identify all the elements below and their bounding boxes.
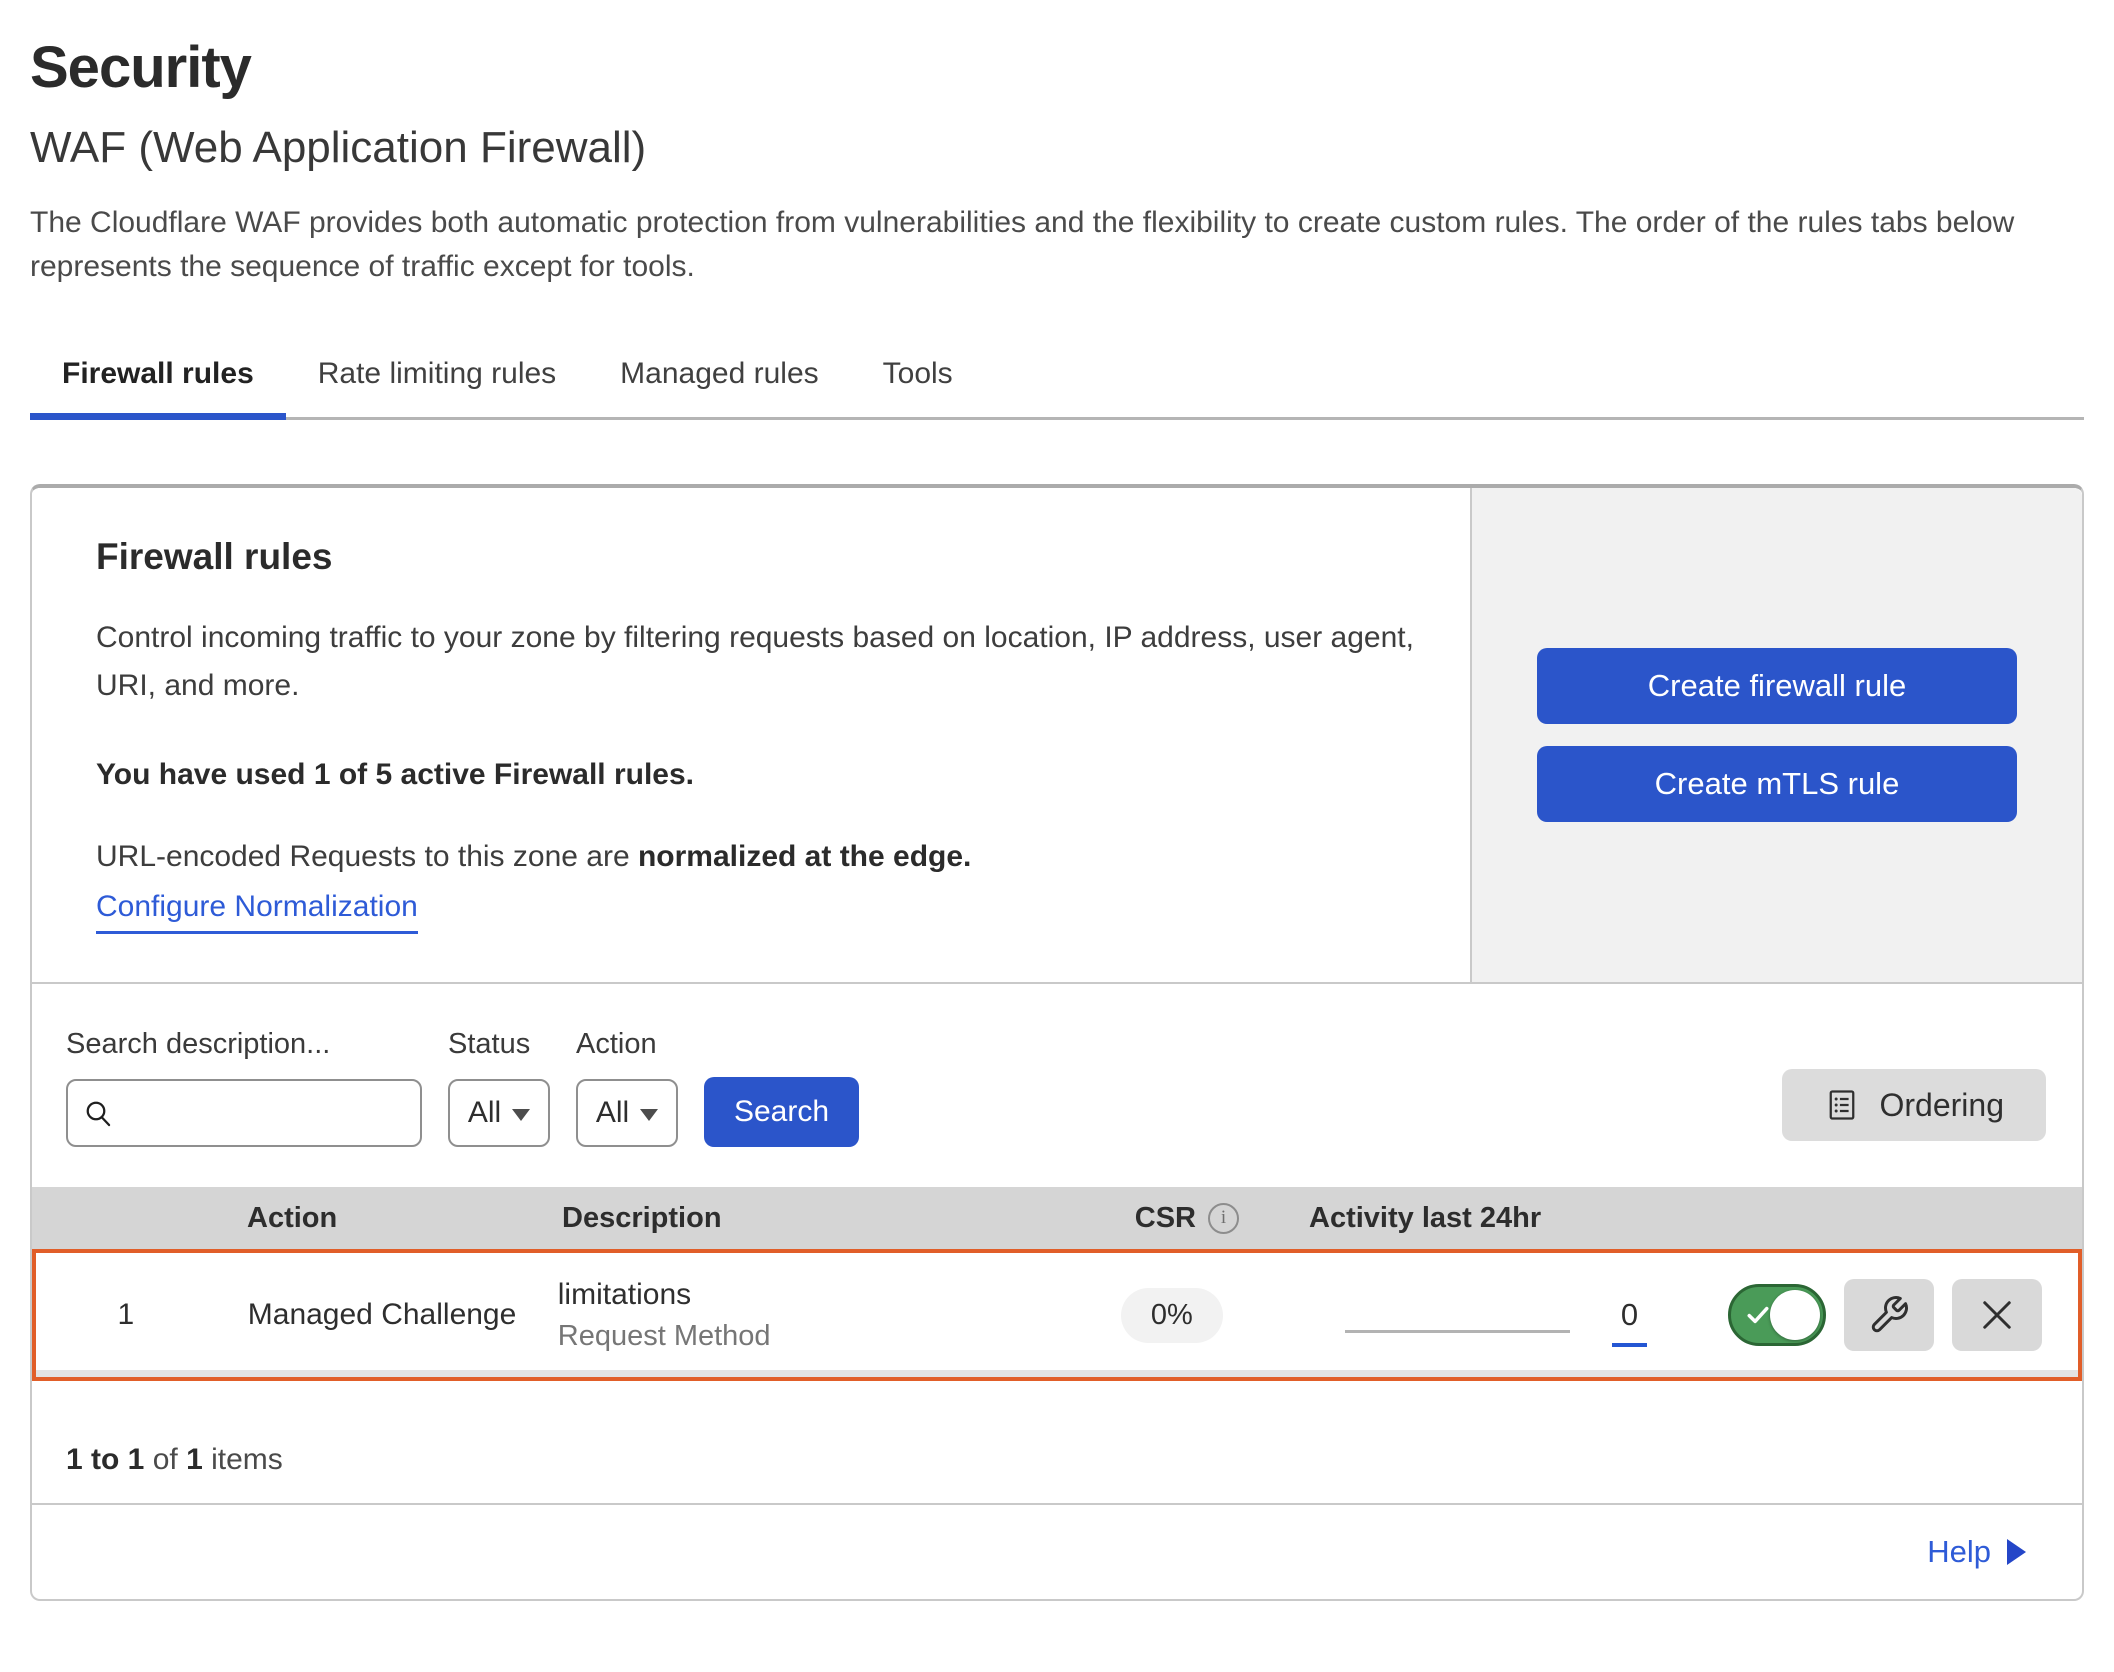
- configure-normalization-link[interactable]: Configure Normalization: [96, 890, 418, 934]
- close-icon: [1976, 1294, 2018, 1336]
- page-title: Security: [30, 34, 2084, 101]
- chevron-down-icon: [640, 1109, 658, 1121]
- rule-csr-cell: 0%: [998, 1288, 1261, 1343]
- help-link-label: Help: [1927, 1534, 1991, 1570]
- column-csr: CSR i: [1010, 1202, 1277, 1235]
- overview-heading: Firewall rules: [96, 536, 1430, 578]
- rule-priority: 1: [36, 1298, 216, 1332]
- help-link[interactable]: Help: [1927, 1534, 2026, 1570]
- pagination-summary: 1 to 1 of 1 items: [32, 1381, 2082, 1503]
- usage-summary: You have used 1 of 5 active Firewall rul…: [96, 758, 1430, 792]
- table-row[interactable]: 1 Managed Challenge limitations Request …: [32, 1249, 2082, 1381]
- table-header: Action Description CSR i Activity last 2…: [32, 1187, 2082, 1249]
- column-description: Description: [530, 1202, 1010, 1235]
- search-button[interactable]: Search: [704, 1077, 859, 1147]
- pagination-items: items: [211, 1443, 283, 1476]
- normalization-note-bold: normalized at the edge.: [638, 840, 971, 873]
- search-field-group: Search description...: [66, 1028, 422, 1147]
- tab-tools[interactable]: Tools: [851, 339, 985, 417]
- filters-bar: Search description... Status All: [32, 984, 2082, 1187]
- search-input[interactable]: [114, 1084, 495, 1142]
- ordering-button[interactable]: Ordering: [1782, 1069, 2047, 1141]
- chevron-down-icon: [512, 1109, 530, 1121]
- arrow-right-icon: [2007, 1539, 2026, 1565]
- overview-actions-panel: Create firewall rule Create mTLS rule: [1470, 488, 2082, 982]
- column-action: Action: [215, 1202, 530, 1235]
- status-dropdown[interactable]: All: [448, 1079, 550, 1147]
- create-mtls-rule-button[interactable]: Create mTLS rule: [1537, 746, 2017, 822]
- status-filter-group: Status All: [448, 1028, 550, 1147]
- search-label: Search description...: [66, 1028, 422, 1061]
- firewall-rules-card: Firewall rules Control incoming traffic …: [30, 484, 2084, 1601]
- edit-rule-button[interactable]: [1844, 1279, 1934, 1351]
- column-csr-label: CSR: [1135, 1202, 1196, 1235]
- toggle-knob: [1770, 1290, 1820, 1340]
- page-description: The Cloudflare WAF provides both automat…: [30, 201, 2080, 289]
- rule-action: Managed Challenge: [216, 1298, 526, 1332]
- search-box[interactable]: [66, 1079, 422, 1147]
- rule-description: limitations: [558, 1278, 998, 1312]
- normalization-note: URL-encoded Requests to this zone are no…: [96, 840, 1430, 874]
- search-icon: [82, 1097, 114, 1129]
- rule-expression: Request Method: [558, 1320, 998, 1353]
- activity-count-link[interactable]: 0: [1612, 1297, 1647, 1347]
- column-activity: Activity last 24hr: [1277, 1202, 1752, 1235]
- create-firewall-rule-button[interactable]: Create firewall rule: [1537, 648, 2017, 724]
- csr-badge: 0%: [1121, 1288, 1223, 1343]
- rule-activity-cell: 0: [1261, 1290, 1728, 1340]
- status-dropdown-value: All: [468, 1096, 501, 1130]
- list-icon: [1824, 1087, 1860, 1123]
- rule-enabled-toggle[interactable]: [1728, 1284, 1826, 1346]
- pagination-range: 1 to 1: [66, 1443, 144, 1476]
- activity-sparkline: [1345, 1330, 1570, 1333]
- check-icon: [1744, 1301, 1772, 1329]
- security-waf-page: Security WAF (Web Application Firewall) …: [0, 34, 2114, 1601]
- tab-rate-limiting-rules[interactable]: Rate limiting rules: [286, 339, 588, 417]
- overview-text-panel: Firewall rules Control incoming traffic …: [32, 488, 1470, 982]
- waf-tabbar: Firewall rules Rate limiting rules Manag…: [30, 339, 2084, 420]
- pagination-of: of: [153, 1443, 178, 1476]
- ordering-button-label: Ordering: [1880, 1087, 2005, 1124]
- normalization-note-prefix: URL-encoded Requests to this zone are: [96, 840, 638, 873]
- tab-firewall-rules[interactable]: Firewall rules: [30, 339, 286, 417]
- action-dropdown-value: All: [596, 1096, 629, 1130]
- rule-description-cell: limitations Request Method: [526, 1278, 998, 1353]
- info-icon[interactable]: i: [1208, 1203, 1239, 1234]
- status-label: Status: [448, 1028, 550, 1061]
- help-row: Help: [32, 1503, 2082, 1599]
- overview-section: Firewall rules Control incoming traffic …: [32, 488, 2082, 984]
- rule-controls: [1728, 1279, 2078, 1351]
- overview-description: Control incoming traffic to your zone by…: [96, 614, 1426, 710]
- wrench-icon: [1868, 1294, 1910, 1336]
- pagination-total: 1: [186, 1443, 203, 1476]
- action-label: Action: [576, 1028, 678, 1061]
- action-dropdown[interactable]: All: [576, 1079, 678, 1147]
- tab-managed-rules[interactable]: Managed rules: [588, 339, 850, 417]
- page-subtitle: WAF (Web Application Firewall): [30, 123, 2084, 173]
- delete-rule-button[interactable]: [1952, 1279, 2042, 1351]
- action-filter-group: Action All: [576, 1028, 678, 1147]
